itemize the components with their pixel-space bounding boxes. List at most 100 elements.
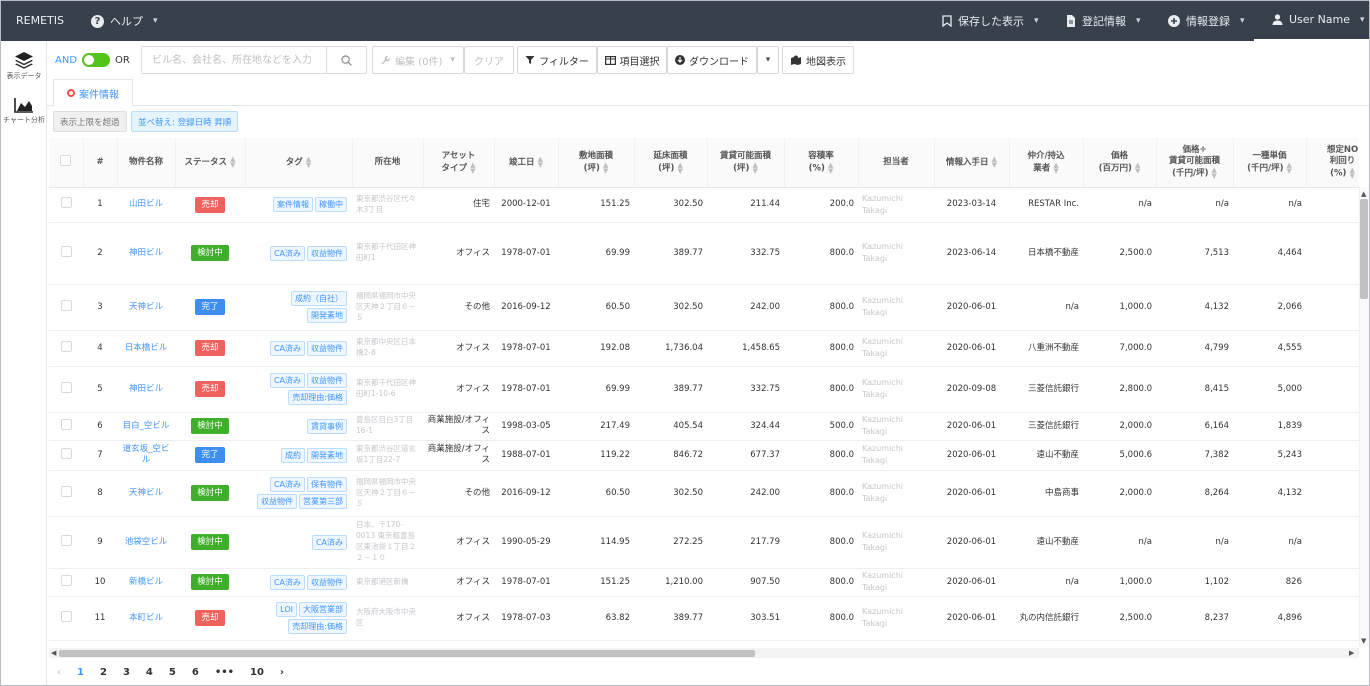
horizontal-scroll-thumb[interactable] (59, 650, 755, 657)
map-view-button[interactable]: 地図表示 (782, 46, 854, 74)
page-ellipsis[interactable]: ••• (215, 667, 234, 678)
tag-chip[interactable]: 大阪営業部 (299, 602, 347, 617)
page-number-2[interactable]: 2 (100, 667, 107, 678)
column-header[interactable]: 仲介/持込 業者 ▲ ▼ (1009, 138, 1084, 188)
tag-chip[interactable]: 収益物件 (307, 340, 347, 356)
brand-logo[interactable]: REMETIS (16, 14, 64, 27)
page-number-3[interactable]: 3 (123, 667, 130, 678)
property-name-link[interactable]: 神田ビル (117, 366, 175, 413)
page-number-5[interactable]: 5 (169, 667, 176, 678)
sort-icon[interactable]: ▲ ▼ (1135, 161, 1140, 174)
row-checkbox[interactable] (60, 299, 72, 311)
scroll-down-arrow[interactable]: ▼ (1361, 637, 1366, 645)
tag-chip[interactable]: CA済み (311, 534, 347, 550)
tag-chip[interactable]: 収益物件 (257, 494, 297, 509)
property-name-link[interactable]: 山田ビル (117, 187, 175, 223)
tag-chip[interactable]: CA済み (269, 373, 305, 388)
table-row[interactable]: 5 神田ビル 売却 CA済み 収益物件売却理由:価格 東京都千代田区神田町1-10-6 オフ… (49, 366, 1359, 413)
table-row[interactable]: 2 神田ビル 検討中 CA済み 収益物件 東京都千代田区神田町1 オフィス 1978-07-0… (49, 222, 1359, 285)
column-header[interactable]: # (83, 138, 118, 188)
column-header[interactable]: タグ ▲ ▼ (245, 138, 353, 188)
row-checkbox[interactable] (60, 610, 72, 622)
sidebar-item-display-data[interactable]: 表示データ (1, 51, 47, 81)
download-dropdown-button[interactable]: ▾ (757, 46, 779, 74)
table-row[interactable]: 7 道玄坂_空ビル 完了 成約 開発素地 東京都渋谷区道玄坂1丁目22-7 商業施設/オフィ… (49, 440, 1359, 471)
tag-chip[interactable]: 賃貸事例 (307, 418, 347, 434)
download-button[interactable]: ダウンロード (667, 46, 757, 74)
page-number-6[interactable]: 6 (192, 667, 199, 678)
property-name-link[interactable]: 池袋空ビル (117, 516, 175, 569)
row-checkbox[interactable] (60, 447, 72, 459)
row-checkbox[interactable] (60, 245, 72, 257)
column-header[interactable]: 容積率 (%) ▲ ▼ (784, 138, 859, 188)
sort-icon[interactable]: ▲ ▼ (752, 161, 757, 174)
column-header[interactable]: 敷地面積 (坪) ▲ ▼ (558, 138, 635, 188)
sort-icon[interactable]: ▲ ▼ (1349, 167, 1354, 180)
tag-chip[interactable]: 保有物件 (307, 477, 347, 492)
column-header[interactable]: 竣工日 ▲ ▼ (494, 138, 559, 188)
tag-chip[interactable]: 案件情報 (273, 197, 313, 212)
tag-chip[interactable]: 開発素地 (307, 308, 347, 323)
column-header[interactable]: 価格 (百万円) ▲ ▼ (1083, 138, 1157, 188)
row-checkbox[interactable] (60, 534, 72, 546)
column-header[interactable]: 担当者 (858, 138, 935, 188)
tag-chip[interactable]: 成約 (281, 447, 305, 463)
row-checkbox[interactable] (60, 381, 72, 393)
registry-menu[interactable]: 登記情報 ▾ (1066, 13, 1141, 29)
tag-chip[interactable]: CA済み (269, 574, 305, 590)
column-header[interactable]: ステータス ▲ ▼ (175, 138, 246, 188)
sort-icon[interactable]: ▲ ▼ (538, 156, 543, 169)
column-header[interactable]: アセット タイプ ▲ ▼ (423, 138, 495, 188)
row-checkbox[interactable] (60, 485, 72, 497)
info-register-menu[interactable]: 情報登録 ▾ (1168, 13, 1245, 29)
user-menu[interactable]: User Name ▾ (1272, 13, 1365, 26)
sort-icon[interactable]: ▲ ▼ (1286, 161, 1291, 174)
page-number-1[interactable]: 1 (77, 667, 84, 678)
sidebar-item-chart-analysis[interactable]: チャート分析 (1, 97, 47, 125)
scroll-left-arrow[interactable]: ◀ (51, 649, 56, 657)
scroll-right-arrow[interactable]: ▶ (1349, 649, 1354, 657)
column-select-button[interactable]: 項目選択 (597, 46, 667, 74)
sort-chip[interactable]: 並べ替え: 登録日時 昇順 (131, 111, 239, 132)
page-number-10[interactable]: 10 (250, 667, 264, 678)
sort-icon[interactable]: ▲ ▼ (306, 156, 311, 169)
sort-icon[interactable]: ▲ ▼ (992, 156, 997, 169)
sort-icon[interactable]: ▲ ▼ (1211, 167, 1216, 180)
and-or-switch[interactable] (82, 53, 111, 67)
table-row[interactable]: 8 天神ビル 検討中 CA済み 保有物件収益物件 営業第三部 福岡県福岡市中央区天神２丁目６… (49, 470, 1359, 517)
sort-icon[interactable]: ▲ ▼ (603, 161, 608, 174)
clear-button[interactable]: クリア (464, 46, 514, 74)
column-header[interactable]: 情報入手日 ▲ ▼ (934, 138, 1010, 188)
table-row[interactable]: 4 日本橋ビル 売却 CA済み 収益物件 東京都中央区日本橋2-8 オフィス 1978-07-… (49, 330, 1359, 367)
column-header[interactable]: 所在地 (352, 138, 424, 188)
property-name-link[interactable]: 道玄坂_空ビル (117, 440, 175, 471)
column-header[interactable]: 一種単価 (千円/坪) ▲ ▼ (1233, 138, 1307, 188)
property-name-link[interactable]: 天神ビル (117, 284, 175, 331)
prev-page-button[interactable]: ‹ (57, 667, 61, 678)
sort-icon[interactable]: ▲ ▼ (677, 161, 682, 174)
tag-chip[interactable]: 営業第三部 (299, 494, 347, 509)
column-header[interactable]: 賃貸可能面積 (坪) ▲ ▼ (707, 138, 785, 188)
tag-chip[interactable]: 成約（自社） (291, 291, 347, 306)
table-row[interactable]: 10 新橋ビル 検討中 CA済み 収益物件 東京都港区新橋 オフィス 1978-07-01 15… (49, 568, 1359, 597)
property-name-link[interactable]: 目白_空ビル (117, 412, 175, 441)
tag-chip[interactable]: 売却理由:価格 (288, 619, 347, 634)
tag-chip[interactable]: 開発素地 (307, 447, 347, 463)
property-name-link[interactable]: 神田ビル (117, 222, 175, 285)
sort-icon[interactable]: ▲ ▼ (828, 161, 833, 174)
scroll-up-arrow[interactable]: ▲ (1361, 190, 1366, 198)
select-all-checkbox[interactable] (60, 154, 72, 166)
property-name-link[interactable]: 日本橋ビル (117, 330, 175, 367)
column-header[interactable]: 価格÷ 賃貸可能面積 (千円/坪) ▲ ▼ (1156, 138, 1234, 188)
row-checkbox[interactable] (60, 340, 72, 352)
property-name-link[interactable]: 本町ビル (117, 596, 175, 641)
property-name-link[interactable]: 新橋ビル (117, 568, 175, 597)
column-header[interactable]: 想定NO 利回り (%) ▲ ▼ (1306, 138, 1359, 188)
vertical-scroll-thumb[interactable] (1360, 199, 1368, 299)
search-button[interactable] (326, 47, 366, 73)
sort-icon[interactable]: ▲ ▼ (470, 161, 475, 174)
table-row[interactable]: 9 池袋空ビル 検討中 CA済み 日本、〒170-0013 東京都豊島区東池袋１丁目２２… (49, 516, 1359, 569)
property-name-link[interactable]: 天神ビル (117, 470, 175, 517)
tag-chip[interactable]: 売却理由:価格 (288, 390, 347, 405)
tag-chip[interactable]: 収益物件 (307, 574, 347, 590)
